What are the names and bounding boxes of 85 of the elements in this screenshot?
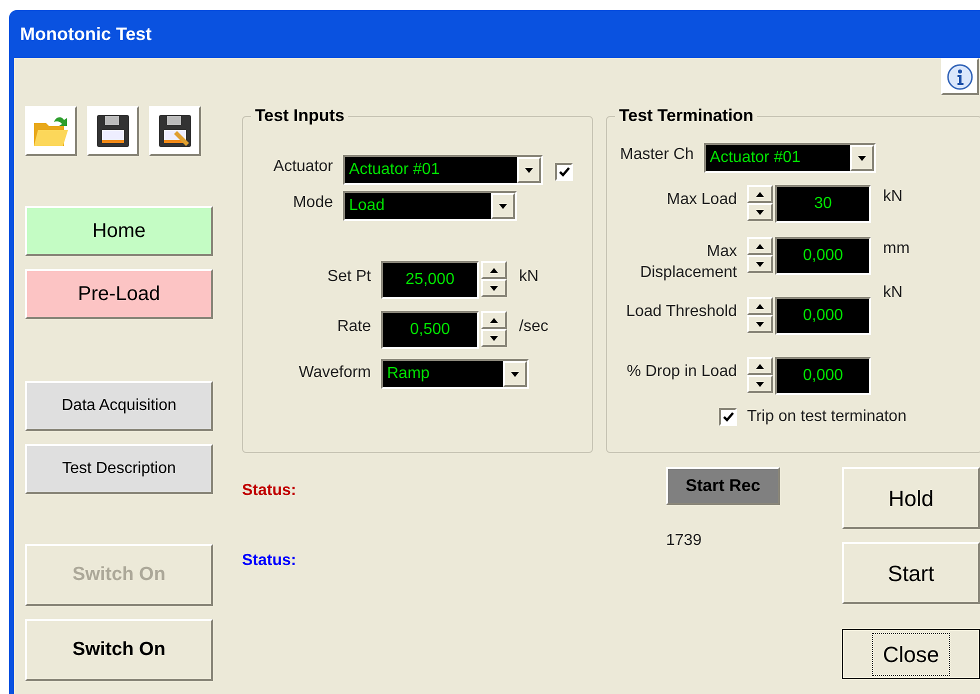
dropdown[interactable]: Actuator #01 xyxy=(704,143,876,173)
action-button[interactable]: Close xyxy=(842,629,980,679)
up-arrow-icon xyxy=(756,364,764,368)
field-label: mm xyxy=(883,239,910,259)
dropdown[interactable]: Actuator #01 xyxy=(343,155,543,185)
up-arrow-icon xyxy=(756,304,764,308)
field-label: Load Threshold xyxy=(625,302,737,322)
nav-button[interactable]: Test Description xyxy=(25,444,213,494)
action-button[interactable]: Start xyxy=(842,542,980,604)
number-field[interactable]: 0,000 xyxy=(775,297,871,335)
spin-up-button[interactable] xyxy=(747,185,773,203)
dropdown[interactable]: Ramp xyxy=(381,359,529,389)
toolbar-button[interactable] xyxy=(87,106,139,156)
down-arrow-icon xyxy=(490,336,498,340)
down-arrow-icon xyxy=(858,156,866,160)
dropdown-arrow-button[interactable] xyxy=(850,145,874,171)
field-label: /sec xyxy=(519,317,548,337)
spin-down-button[interactable] xyxy=(481,279,507,297)
spin-down-button[interactable] xyxy=(747,255,773,273)
down-arrow-icon xyxy=(490,286,498,290)
number-field[interactable]: 0,500 xyxy=(381,311,479,349)
checkbox[interactable] xyxy=(555,163,573,181)
up-arrow-icon xyxy=(490,268,498,272)
down-arrow-icon xyxy=(756,382,764,386)
spin-down-button[interactable] xyxy=(747,375,773,393)
down-arrow-icon xyxy=(756,322,764,326)
number-field[interactable]: 0,000 xyxy=(775,357,871,395)
field-label: Max Displacement xyxy=(639,242,737,283)
spin-down-button[interactable] xyxy=(747,315,773,333)
up-arrow-icon xyxy=(490,318,498,322)
down-arrow-icon xyxy=(511,372,519,376)
field-label: % Drop in Load xyxy=(626,362,737,382)
field-label: Master Ch xyxy=(620,145,694,165)
check-icon xyxy=(558,167,570,177)
floppy-disk-edit-icon xyxy=(157,113,193,149)
dropdown-value: Ramp xyxy=(386,364,431,384)
nav-button[interactable]: Data Acquisition xyxy=(25,381,213,431)
up-arrow-icon xyxy=(756,244,764,248)
up-arrow-icon xyxy=(756,192,764,196)
field-label: kN xyxy=(883,187,903,207)
number-field[interactable]: 0,000 xyxy=(775,237,871,275)
spin-up-button[interactable] xyxy=(481,311,507,329)
field-label: kN xyxy=(519,267,539,287)
nav-button[interactable]: Pre-Load xyxy=(25,269,213,319)
spin-up-button[interactable] xyxy=(747,237,773,255)
down-arrow-icon xyxy=(499,204,507,208)
down-arrow-icon xyxy=(756,262,764,266)
start-rec-button[interactable]: Start Rec xyxy=(666,467,780,505)
spin-up-button[interactable] xyxy=(747,357,773,375)
status-value: 1739 xyxy=(666,531,703,551)
spin-up-button[interactable] xyxy=(747,297,773,315)
dropdown[interactable]: Load xyxy=(343,191,517,221)
status-label: Status: xyxy=(242,551,298,571)
switch-on-button[interactable]: Switch On xyxy=(25,619,213,681)
field-label: Mode xyxy=(292,193,333,213)
dropdown-arrow-button[interactable] xyxy=(503,361,527,387)
spin-down-button[interactable] xyxy=(481,329,507,347)
info-button[interactable] xyxy=(941,58,979,95)
field-label: Rate xyxy=(336,317,371,337)
number-field[interactable]: 25,000 xyxy=(381,261,479,299)
field-label: Trip on test terminaton xyxy=(747,407,906,427)
spin-up-button[interactable] xyxy=(481,261,507,279)
field-label: Waveform xyxy=(298,363,371,383)
window-title: Monotonic Test xyxy=(20,22,152,46)
down-arrow-icon xyxy=(756,210,764,214)
dropdown-value: Actuator #01 xyxy=(708,148,802,168)
group-title: Test Inputs xyxy=(251,106,348,126)
dropdown-arrow-button[interactable] xyxy=(517,157,541,183)
info-icon xyxy=(947,64,973,90)
dropdown-arrow-button[interactable] xyxy=(491,193,515,219)
dropdown-value: Actuator #01 xyxy=(348,160,441,180)
action-button[interactable]: Hold xyxy=(842,467,980,529)
number-field[interactable]: 30 xyxy=(775,185,871,223)
dropdown-value: Load xyxy=(348,196,386,216)
spin-down-button[interactable] xyxy=(747,203,773,221)
field-label: kN xyxy=(883,283,903,303)
field-label: Max Load xyxy=(666,190,737,210)
down-arrow-icon xyxy=(525,168,533,172)
status-label: Status: xyxy=(242,481,298,501)
field-label: Set Pt xyxy=(326,267,371,287)
toolbar-button[interactable] xyxy=(149,106,201,156)
nav-button[interactable]: Home xyxy=(25,206,213,256)
field-label: Actuator xyxy=(272,157,333,177)
checkbox[interactable] xyxy=(719,408,737,426)
check-icon xyxy=(722,412,734,422)
